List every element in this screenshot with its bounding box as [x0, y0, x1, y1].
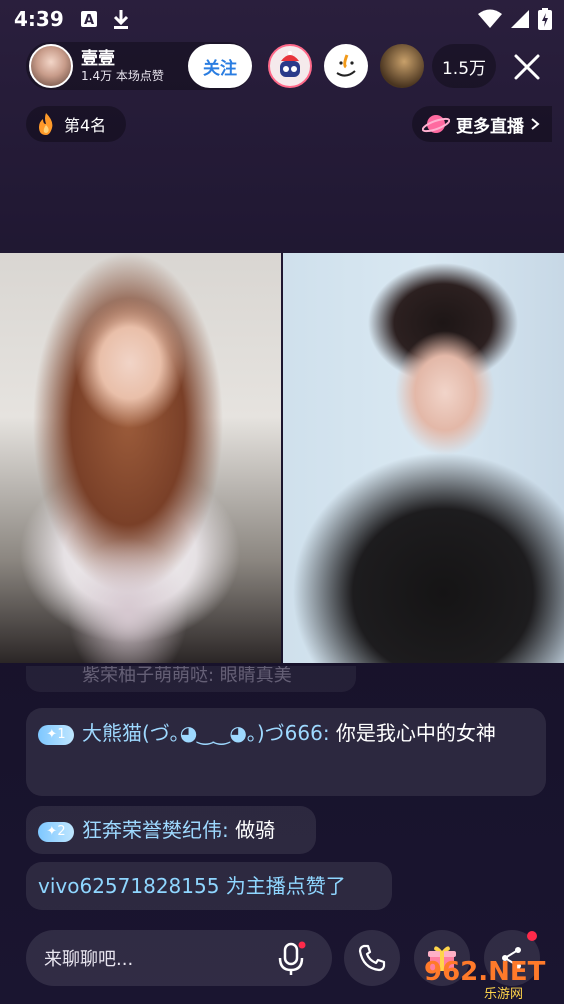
battery-icon [538, 8, 552, 35]
download-icon [110, 8, 132, 30]
chat-username[interactable]: 大熊猫(づ｡◕‿‿◕｡)づ666: [82, 721, 330, 745]
host-avatar[interactable] [29, 44, 73, 88]
rank-badge[interactable]: 第4名 [26, 106, 126, 142]
svg-text:A: A [84, 13, 94, 28]
mic-button[interactable] [276, 940, 308, 976]
watermark-logo: 962.NET 乐游网 [424, 956, 564, 1002]
chat-system-message: vivo62571828155 为主播点赞了 [26, 862, 392, 910]
more-live-button[interactable]: 更多直播 [412, 106, 552, 142]
mic-icon [278, 941, 306, 975]
close-button[interactable] [506, 46, 548, 88]
robot-icon [280, 51, 300, 77]
viewer-avatar[interactable] [268, 44, 312, 88]
host-likes: 1.4万 本场点赞 [81, 69, 164, 83]
planet-icon [422, 115, 450, 133]
flame-icon [39, 113, 53, 135]
chevron-right-icon [531, 118, 540, 130]
notification-dot [527, 931, 537, 941]
close-icon [514, 54, 540, 80]
viewer-avatar[interactable] [380, 44, 424, 88]
more-live-label: 更多直播 [456, 116, 524, 137]
chat-message-faded: 紫荣柚子萌萌哒: 眼睛真美 [26, 666, 356, 692]
video-feed-guest[interactable] [283, 253, 564, 663]
viewer-count[interactable]: 1.5万 [432, 44, 496, 88]
phone-icon [358, 944, 386, 972]
chat-text: 你是我心中的女神 [329, 721, 496, 745]
status-bar: 4:39 A [0, 0, 564, 38]
chat-message[interactable]: ✦ 2 狂奔荣誉樊纪伟: 做骑 [26, 806, 316, 854]
chat-text: 做骑 [228, 818, 276, 842]
keyboard-icon: A [78, 8, 100, 30]
face-icon [336, 54, 356, 77]
signal-icon [510, 9, 530, 34]
host-name: 壹壹 [81, 48, 115, 69]
chat-input-placeholder: 来聊聊吧... [44, 949, 134, 970]
watermark-subtext: 乐游网 [484, 986, 524, 1002]
level-badge: ✦ 1 [38, 725, 74, 745]
call-button[interactable] [344, 930, 400, 986]
system-text: vivo62571828155 为主播点赞了 [38, 874, 346, 898]
video-feed-host[interactable] [0, 253, 281, 663]
chat-message[interactable]: ✦ 1 大熊猫(づ｡◕‿‿◕｡)づ666: 你是我心中的女神 [26, 708, 546, 796]
viewer-avatar[interactable] [324, 44, 368, 88]
rank-label: 第4名 [64, 116, 107, 135]
clock: 4:39 [14, 7, 64, 31]
chat-username[interactable]: 狂奔荣誉樊纪伟: [82, 818, 229, 842]
follow-button[interactable]: 关注 [188, 44, 252, 88]
wifi-icon [478, 9, 502, 34]
level-badge: ✦ 2 [38, 822, 74, 842]
